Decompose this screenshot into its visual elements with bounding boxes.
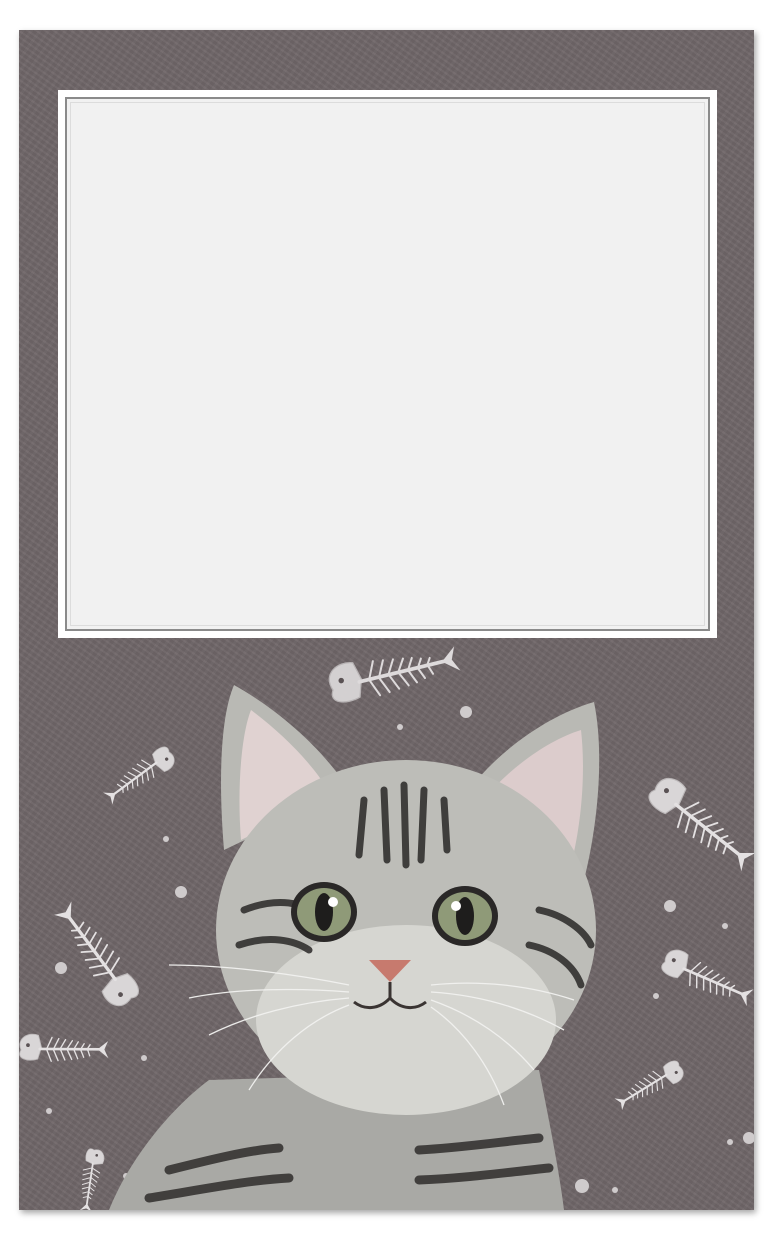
fish-bone-icon — [75, 1147, 107, 1210]
fish-bone-icon — [611, 1057, 688, 1115]
fish-bone-icon — [324, 638, 464, 707]
fish-bone-icon — [643, 770, 754, 879]
decoration-layer — [19, 638, 754, 1210]
cat-illustration — [109, 685, 600, 1210]
fish-bone-icon — [19, 1032, 111, 1065]
fish-bone-icon — [47, 895, 145, 1013]
greeting-card — [19, 30, 754, 1210]
fish-bone-icon — [99, 742, 180, 810]
fish-bone-icon — [657, 944, 754, 1013]
